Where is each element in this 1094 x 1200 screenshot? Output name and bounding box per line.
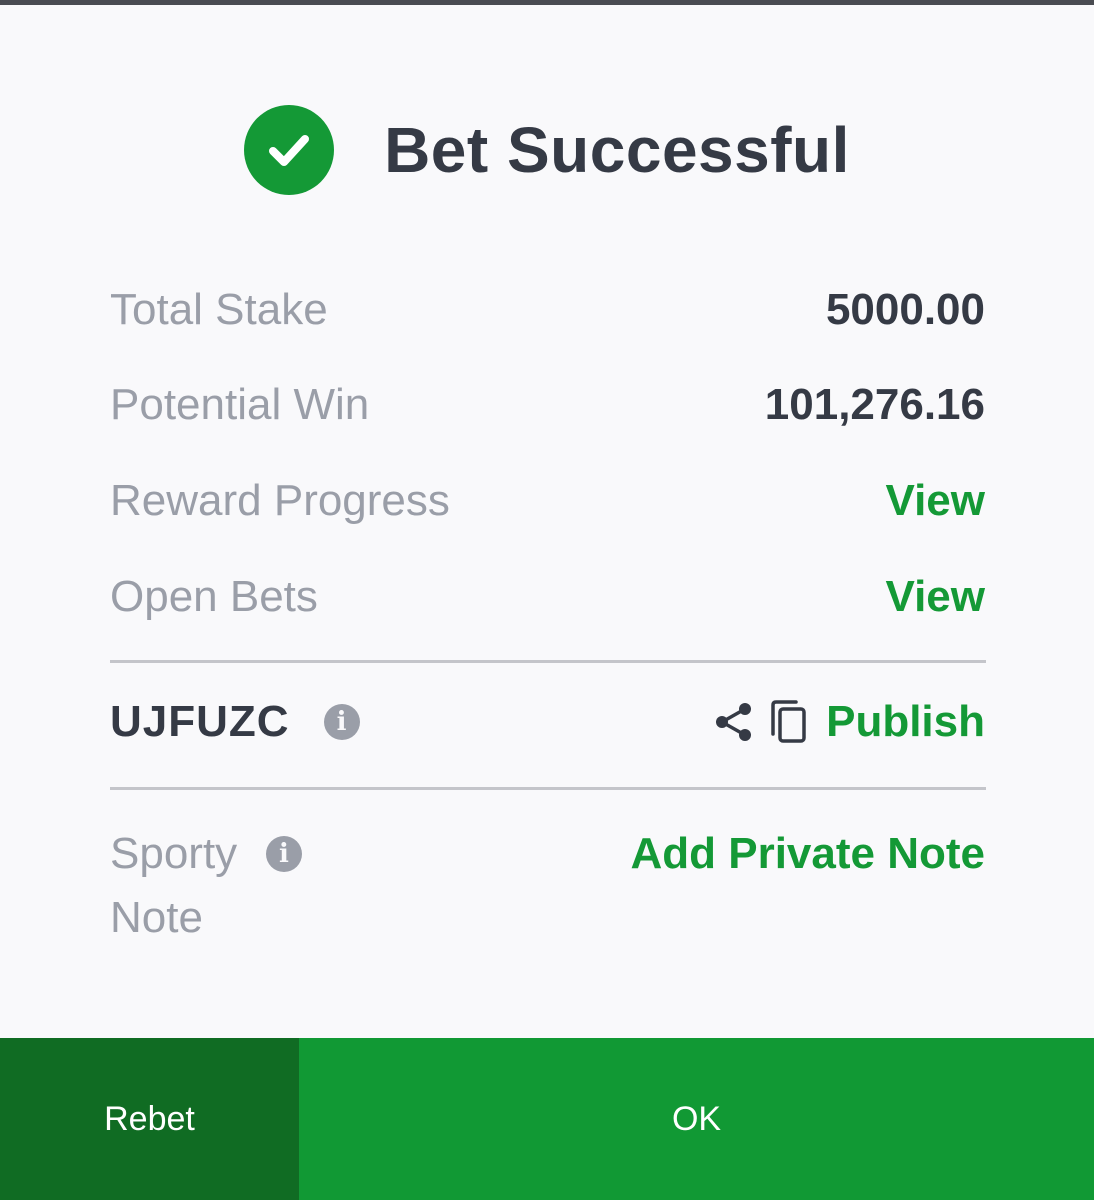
total-stake-value: 5000.00 [825,285,985,334]
potential-win-label: Potential Win [110,380,370,429]
add-private-note-button[interactable]: Add Private Note [630,822,985,886]
sporty-note-label: Sporty Note [110,829,238,942]
dialog-title: Bet Successful [384,114,850,186]
publish-button[interactable]: Publish [826,697,985,747]
reward-progress-label: Reward Progress [110,476,450,525]
dialog-header: Bet Successful [0,102,1094,198]
copy-icon[interactable] [768,700,808,744]
rebet-button[interactable]: Rebet [0,1038,299,1200]
total-stake-row: Total Stake 5000.00 [110,280,985,340]
ok-button[interactable]: OK [299,1038,1094,1200]
dialog-footer: Rebet OK [0,1038,1094,1200]
check-circle-icon [244,105,335,195]
sporty-note-row: Sporty Note i Add Private Note [110,822,985,952]
info-icon[interactable]: i [323,704,360,740]
reward-progress-view-link[interactable]: View [886,476,985,526]
booking-code-row: UJFUZC i Publish [110,692,985,752]
booking-actions: Publish [714,697,985,747]
divider [110,787,986,790]
open-bets-view-link[interactable]: View [886,572,985,622]
share-icon[interactable] [714,701,754,743]
open-bets-row: Open Bets View [110,567,985,627]
booking-code-group: UJFUZC i [110,697,360,747]
potential-win-value: 101,276.16 [764,380,985,429]
open-bets-label: Open Bets [110,572,318,621]
info-icon[interactable]: i [266,836,302,872]
total-stake-label: Total Stake [110,285,328,334]
potential-win-row: Potential Win 101,276.16 [110,375,985,435]
bet-success-dialog: Bet Successful Total Stake 5000.00 Poten… [0,5,1094,1200]
divider [110,660,986,663]
booking-code: UJFUZC [110,697,290,746]
reward-progress-row: Reward Progress View [110,471,985,531]
